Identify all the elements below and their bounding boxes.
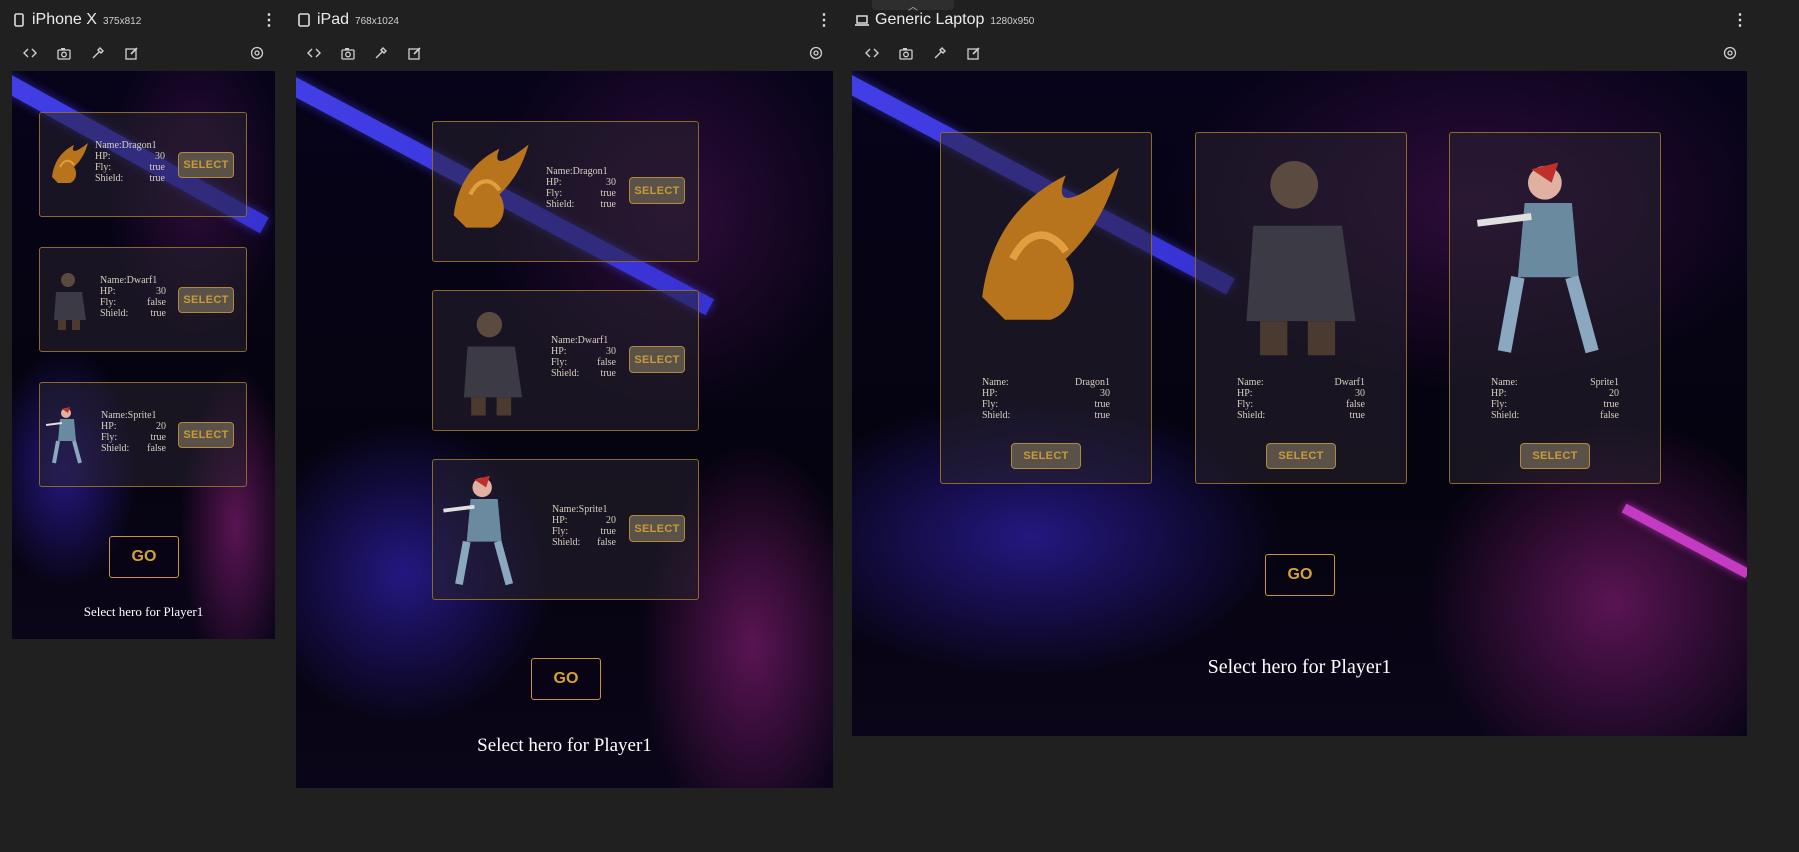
- hero-name: Dragon1: [572, 166, 608, 177]
- dwarf-image: [54, 273, 86, 330]
- select-button[interactable]: SELECT: [1266, 443, 1336, 469]
- more-options-icon[interactable]: ⋮: [1732, 8, 1748, 32]
- code-icon[interactable]: [861, 42, 883, 64]
- device-toolbar: [297, 42, 833, 64]
- hero-card-sprite: Name:Sprite1 HP:20 Fly:true Shield:false…: [432, 459, 699, 600]
- hero-name: Sprite1: [127, 410, 157, 421]
- select-button[interactable]: SELECT: [178, 152, 234, 178]
- device-name: iPhone X: [32, 11, 97, 28]
- game-screen: Name:Dragon1 HP:30 Fly:true Shield:true …: [296, 71, 833, 788]
- refresh-icon[interactable]: [246, 42, 268, 64]
- select-button[interactable]: SELECT: [178, 422, 234, 448]
- eyedropper-icon[interactable]: [87, 42, 109, 64]
- hero-stats: Name:Sprite1 HP:20 Fly:true Shield:false: [1491, 377, 1619, 421]
- sprite-image: [46, 407, 82, 464]
- camera-icon[interactable]: [53, 42, 75, 64]
- sprite-image: [1476, 162, 1599, 354]
- tablet-icon: [298, 13, 310, 27]
- go-button[interactable]: GO: [531, 658, 601, 700]
- go-button[interactable]: GO: [1265, 554, 1335, 596]
- hero-stats: Name:Dwarf1 HP:30 Fly:false Shield:true: [1237, 377, 1365, 421]
- player-prompt: Select hero for Player1: [1207, 656, 1392, 678]
- hero-name: Dragon1: [1075, 377, 1110, 388]
- select-button[interactable]: SELECT: [178, 287, 234, 313]
- hero-stats: Name:Dragon1 HP:30 Fly:true Shield:true: [95, 140, 165, 184]
- laptop-icon: [855, 15, 869, 26]
- select-button[interactable]: SELECT: [1520, 443, 1590, 469]
- hero-card-dwarf: Name:Dwarf1 HP:30 Fly:false Shield:true …: [432, 290, 699, 431]
- hero-card-dwarf: Name:Dwarf1 HP:30 Fly:false Shield:true …: [39, 247, 247, 352]
- camera-icon[interactable]: [337, 42, 359, 64]
- go-button[interactable]: GO: [109, 536, 179, 578]
- hero-name: Dwarf1: [577, 335, 609, 346]
- hero-name: Sprite1: [1590, 377, 1619, 388]
- game-screen: Name:Dragon1 HP:30 Fly:true Shield:true …: [12, 71, 275, 639]
- hero-name: Dwarf1: [126, 275, 158, 286]
- eyedropper-icon[interactable]: [370, 42, 392, 64]
- player-prompt: Select hero for Player1: [477, 735, 652, 756]
- hero-stats: Name:Dragon1 HP:30 Fly:true Shield:true: [982, 377, 1110, 421]
- more-options-icon[interactable]: ⋮: [261, 8, 277, 32]
- dwarf-image: [1246, 160, 1356, 356]
- hero-stats: Name:Sprite1 HP:20 Fly:true Shield:false: [552, 504, 616, 548]
- hero-stats: Name:Dwarf1 HP:30 Fly:false Shield:true: [100, 275, 166, 319]
- hero-name: Dwarf1: [1334, 377, 1365, 388]
- device-toolbar: [855, 42, 1747, 64]
- more-options-icon[interactable]: ⋮: [816, 8, 832, 32]
- device-size: 375x812: [102, 16, 142, 27]
- device-name: iPad: [317, 11, 350, 28]
- device-toolbar: [12, 42, 276, 64]
- hero-stats: Name:Dwarf1 HP:30 Fly:false Shield:true: [551, 335, 616, 379]
- eyedropper-icon[interactable]: [929, 42, 951, 64]
- dragon-image: [453, 144, 529, 228]
- hero-card-dragon: Name:Dragon1 HP:30 Fly:true Shield:true …: [432, 121, 699, 262]
- camera-icon[interactable]: [895, 42, 917, 64]
- device-header: iPhone X 375x812 ⋮: [12, 8, 277, 32]
- device-name: Generic Laptop: [875, 11, 985, 28]
- device-pane-ipad: iPad 768x1024 ⋮ Name:Dragon1 HP: 30 Fly: t…: [296, 0, 833, 800]
- dwarf-image: [463, 311, 523, 416]
- refresh-icon[interactable]: [1719, 42, 1741, 64]
- edit-icon[interactable]: [404, 42, 426, 64]
- device-size: 768x1024: [355, 16, 399, 27]
- hero-card-sprite: Name:Sprite1 HP:20 Fly:true Shield:false…: [1449, 132, 1661, 484]
- pink-beam: [1621, 503, 1747, 579]
- device-header: Generic Laptop 1280x950 ⋮: [855, 8, 1748, 32]
- player-prompt: Select hero for Player1: [83, 604, 204, 619]
- code-icon[interactable]: [19, 42, 41, 64]
- edit-icon[interactable]: [963, 42, 985, 64]
- device-pane-iphone: iPhone X 375x812 ⋮ Name:Dragon1 HP: 30 Fl…: [12, 0, 277, 660]
- hero-stats: Name:Sprite1 HP:20 Fly:true Shield:false: [101, 410, 166, 454]
- hero-card-sprite: Name:Sprite1 HP:20 Fly:true Shield:false…: [39, 382, 247, 487]
- sprite-image: [443, 475, 514, 586]
- edit-icon[interactable]: [121, 42, 143, 64]
- game-screen: Name:Dragon1 HP:30 Fly:true Shield:true …: [852, 71, 1747, 736]
- select-button[interactable]: SELECT: [629, 346, 685, 373]
- hero-name: Dragon1: [121, 140, 157, 151]
- select-button[interactable]: SELECT: [629, 177, 685, 204]
- hero-card-dragon: Name:Dragon1 HP:30 Fly:true Shield:true …: [940, 132, 1152, 484]
- hero-card-dragon: Name:Dragon1 HP:30 Fly:true Shield:true …: [39, 112, 247, 217]
- device-pane-laptop: Generic Laptop 1280x950 ⋮ Name: Dragon1 H…: [852, 0, 1748, 760]
- hero-stats: Name:Dragon1 HP:30 Fly:true Shield:true: [546, 166, 616, 210]
- dragon-image: [982, 167, 1119, 320]
- code-icon[interactable]: [303, 42, 325, 64]
- select-button[interactable]: SELECT: [1011, 443, 1081, 469]
- select-button[interactable]: SELECT: [629, 515, 685, 542]
- hero-name: Sprite1: [578, 504, 608, 515]
- refresh-icon[interactable]: [805, 42, 827, 64]
- phone-icon: [14, 13, 24, 27]
- dragon-image: [52, 143, 88, 183]
- hero-card-dwarf: Name:Dwarf1 HP:30 Fly:false Shield:true …: [1195, 132, 1407, 484]
- device-header: iPad 768x1024 ⋮: [297, 8, 833, 32]
- device-size: 1280x950: [990, 16, 1035, 27]
